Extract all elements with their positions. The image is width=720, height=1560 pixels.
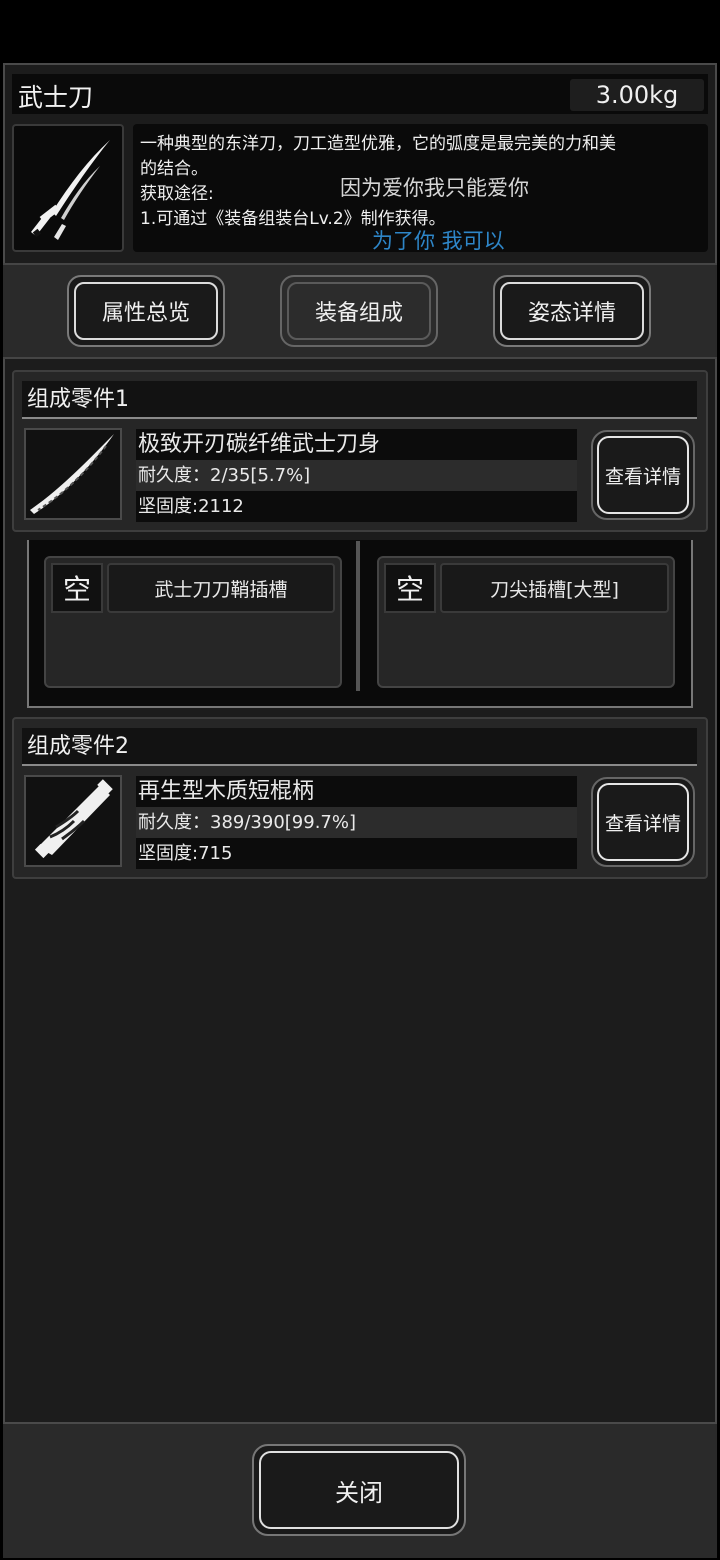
- slot-divider: [356, 541, 360, 691]
- wooden-handle-icon: [34, 779, 113, 859]
- part-name: 极致开刃碳纤维武士刀身: [136, 429, 577, 460]
- component-header: 组成零件2: [22, 728, 697, 766]
- katana-icon: [31, 140, 110, 240]
- part-hardness: 坚固度:2112: [136, 491, 577, 522]
- slot-empty-indicator: 空: [384, 563, 436, 613]
- overlay-text: 因为爱你我只能爱你: [340, 176, 529, 200]
- item-name: 武士刀: [18, 83, 94, 112]
- tab-stance-details[interactable]: 姿态详情: [493, 275, 651, 347]
- part-durability: 耐久度：389/390[99.7%]: [136, 807, 577, 838]
- part-name: 再生型木质短棍柄: [136, 776, 577, 807]
- description-line: 一种典型的东洋刀，刀工造型优雅，它的弧度是最完美的力和美: [140, 134, 616, 154]
- close-button[interactable]: 关闭: [252, 1444, 466, 1536]
- blade-icon: [30, 434, 114, 514]
- tab-equipment-composition[interactable]: 装备组成: [280, 275, 438, 347]
- part-icon-frame: [24, 775, 122, 867]
- item-weight: 3.00kg: [570, 79, 704, 111]
- part-hardness: 坚固度:715: [136, 838, 577, 869]
- part-icon-frame: [24, 428, 122, 520]
- tab-attribute-overview[interactable]: 属性总览: [67, 275, 225, 347]
- slot-empty-indicator: 空: [51, 563, 103, 613]
- component-header: 组成零件1: [22, 381, 697, 419]
- view-details-button[interactable]: 查看详情: [591, 777, 695, 867]
- slot-label: 刀尖插槽[大型]: [440, 563, 669, 613]
- view-details-button[interactable]: 查看详情: [591, 430, 695, 520]
- slot-label: 武士刀刀鞘插槽: [107, 563, 335, 613]
- part-durability: 耐久度：2/35[5.7%]: [136, 460, 577, 491]
- overlay-text-blue: 为了你 我可以: [372, 229, 505, 253]
- item-icon-frame: [12, 124, 124, 252]
